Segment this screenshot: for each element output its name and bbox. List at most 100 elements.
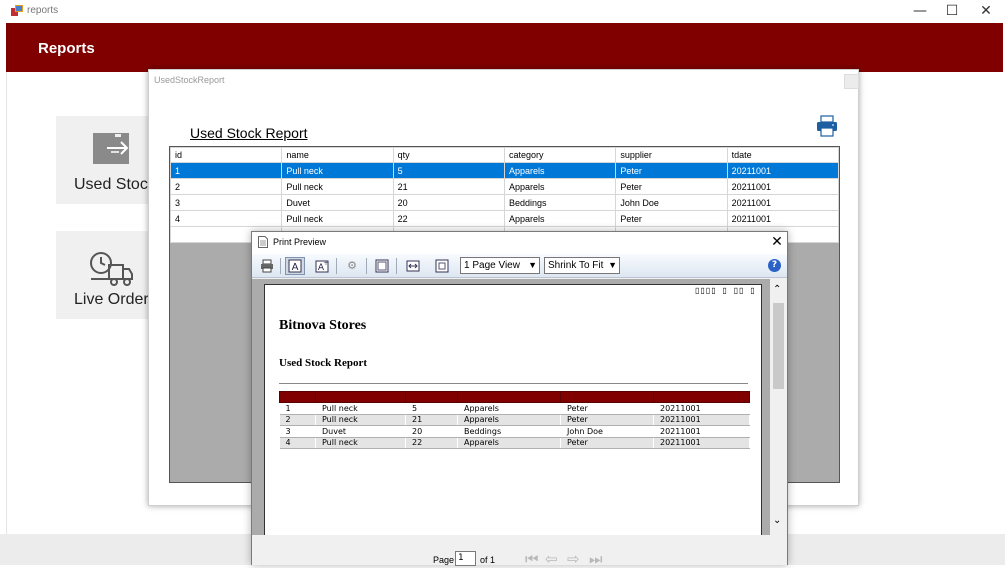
data-grid-table: id name qty category supplier tdate 1 Pu… <box>169 147 840 243</box>
cell-tdate[interactable]: 20211001 <box>726 162 840 179</box>
page-width-icon[interactable] <box>403 257 423 275</box>
company-name: Bitnova Stores <box>279 318 367 333</box>
window-titlebar <box>0 0 1005 23</box>
cell-supplier[interactable]: John Doe <box>615 194 728 211</box>
printed-cell: 22 <box>405 437 458 449</box>
dialog-titlebar <box>252 232 787 254</box>
column-header-supplier[interactable]: supplier <box>615 147 728 163</box>
cell-qty[interactable]: 21 <box>392 178 505 195</box>
printed-cell: Duvet <box>315 425 406 438</box>
form-close-button[interactable] <box>844 74 859 89</box>
printed-cell: Pull neck <box>315 402 406 415</box>
printed-header-tdate: TDATE <box>653 391 750 403</box>
tile-label: Used Stock <box>74 176 156 193</box>
preview-canvas[interactable]: ▯▯▯▯ ▯ ▯▯ ▯ Bitnova Stores Used Stock Re… <box>252 279 770 535</box>
column-header-id[interactable]: id <box>169 147 283 163</box>
svg-text:A: A <box>292 262 299 273</box>
printed-table: ID NAME QTY CATEGORY SUPPLIER TDATE 1 Pu… <box>279 391 750 449</box>
previous-page-icon[interactable]: ⇦ <box>545 550 558 568</box>
auto-zoom-icon[interactable]: A <box>285 257 305 275</box>
table-row[interactable]: 3 Duvet 20 Beddings John Doe 20211001 <box>169 194 840 211</box>
column-header-tdate[interactable]: tdate <box>726 147 840 163</box>
printed-cell: 20211001 <box>653 414 750 426</box>
printed-cell: 20211001 <box>653 437 750 449</box>
column-header-category[interactable]: category <box>503 147 617 163</box>
vertical-scrollbar[interactable]: ⌃ ⌄ <box>770 279 787 535</box>
last-page-icon[interactable]: ⏭ <box>589 550 603 568</box>
printed-cell: 20211001 <box>653 425 750 438</box>
report-heading: Used Stock Report <box>190 125 308 141</box>
printed-header-supplier: SUPPLIER <box>560 391 654 403</box>
scroll-down-icon[interactable]: ⌄ <box>773 515 781 526</box>
cell-qty[interactable]: 20 <box>392 194 505 211</box>
printed-cell: John Doe <box>560 425 654 438</box>
page-number-input[interactable]: 1 <box>455 551 476 566</box>
print-icon[interactable] <box>257 257 277 275</box>
stock-transfer-icon <box>93 133 131 168</box>
scroll-up-icon[interactable]: ⌃ <box>773 284 781 295</box>
table-row[interactable]: 2 Pull neck 21 Apparels Peter 20211001 <box>169 178 840 195</box>
printed-header-category: CATEGORY <box>457 391 561 403</box>
print-preview-dialog: Print Preview ✕ A A + ⚙ 1 Page View ▼ Sh… <box>251 231 788 568</box>
cell-qty[interactable]: 5 <box>392 162 505 179</box>
printed-cell: 20211001 <box>653 402 750 415</box>
cell-supplier[interactable]: Peter <box>615 210 728 227</box>
cell-tdate[interactable]: 20211001 <box>726 210 840 227</box>
column-header-qty[interactable]: qty <box>392 147 505 163</box>
settings-gear-icon[interactable]: ⚙ <box>342 257 362 275</box>
cell-category[interactable]: Beddings <box>503 194 617 211</box>
page-title: Reports <box>38 40 95 57</box>
cell-supplier[interactable]: Peter <box>615 162 728 179</box>
column-header-name[interactable]: name <box>281 147 394 163</box>
cell-id[interactable]: 3 <box>169 194 283 211</box>
page-view-value: 1 Page View <box>464 260 520 271</box>
full-page-icon[interactable] <box>432 257 452 275</box>
next-page-icon[interactable]: ⇨ <box>567 550 580 568</box>
cell-name[interactable]: Duvet <box>281 194 394 211</box>
print-date-text: ▯▯▯▯ ▯ ▯▯ ▯ <box>695 287 756 296</box>
printed-header-id: ID <box>279 391 316 403</box>
printed-cell: Apparels <box>457 437 561 449</box>
cell-supplier[interactable]: Peter <box>615 178 728 195</box>
printed-cell: Beddings <box>457 425 561 438</box>
scroll-thumb[interactable] <box>773 303 784 389</box>
cell-id[interactable]: 2 <box>169 178 283 195</box>
page-count-label: of 1 <box>480 555 496 565</box>
page-view-select[interactable]: 1 Page View ▼ <box>460 257 540 274</box>
cell-name[interactable]: Pull neck <box>281 178 394 195</box>
cell-name[interactable]: Pull neck <box>281 210 394 227</box>
printed-cell: Peter <box>560 402 654 415</box>
printed-cell: Apparels <box>457 402 561 415</box>
printed-cell: Apparels <box>457 414 561 426</box>
zoom-in-icon[interactable]: A + <box>312 257 332 275</box>
delivery-truck-clock-icon <box>89 251 133 290</box>
cell-tdate[interactable]: 20211001 <box>726 178 840 195</box>
form-caption: UsedStockReport <box>154 75 225 85</box>
cell-id[interactable]: 4 <box>169 210 283 227</box>
cell-qty[interactable]: 22 <box>392 210 505 227</box>
cell-category[interactable]: Apparels <box>503 162 617 179</box>
printed-cell: 1 <box>279 402 316 415</box>
help-icon[interactable]: ? <box>768 259 781 272</box>
cell-id[interactable]: 1 <box>169 162 283 179</box>
fit-mode-select[interactable]: Shrink To Fit ▼ <box>544 257 620 274</box>
printed-header-qty: QTY <box>405 391 458 403</box>
table-row[interactable]: 4 Pull neck 22 Apparels Peter 20211001 <box>169 210 840 227</box>
printed-row: 4 Pull neck 22 Apparels Peter 20211001 <box>279 437 750 449</box>
printed-cell: Peter <box>560 414 654 426</box>
dialog-close-button[interactable]: ✕ <box>768 233 786 251</box>
printed-cell: 4 <box>279 437 316 449</box>
printed-row: 3 Duvet 20 Beddings John Doe 20211001 <box>279 425 750 438</box>
close-button[interactable]: ✕ <box>969 0 1003 23</box>
tile-label: Live Orders <box>74 291 157 308</box>
cell-category[interactable]: Apparels <box>503 178 617 195</box>
cell-tdate[interactable]: 20211001 <box>726 194 840 211</box>
cell-category[interactable]: Apparels <box>503 210 617 227</box>
cell-name[interactable]: Pull neck <box>281 162 394 179</box>
maximize-button[interactable]: ☐ <box>935 0 969 23</box>
printer-icon[interactable] <box>816 115 838 137</box>
first-page-icon[interactable]: ⏮ <box>525 550 539 568</box>
one-page-icon[interactable] <box>372 257 392 275</box>
table-row[interactable]: 1 Pull neck 5 Apparels Peter 20211001 <box>169 162 840 179</box>
minimize-button[interactable]: — <box>903 0 937 23</box>
